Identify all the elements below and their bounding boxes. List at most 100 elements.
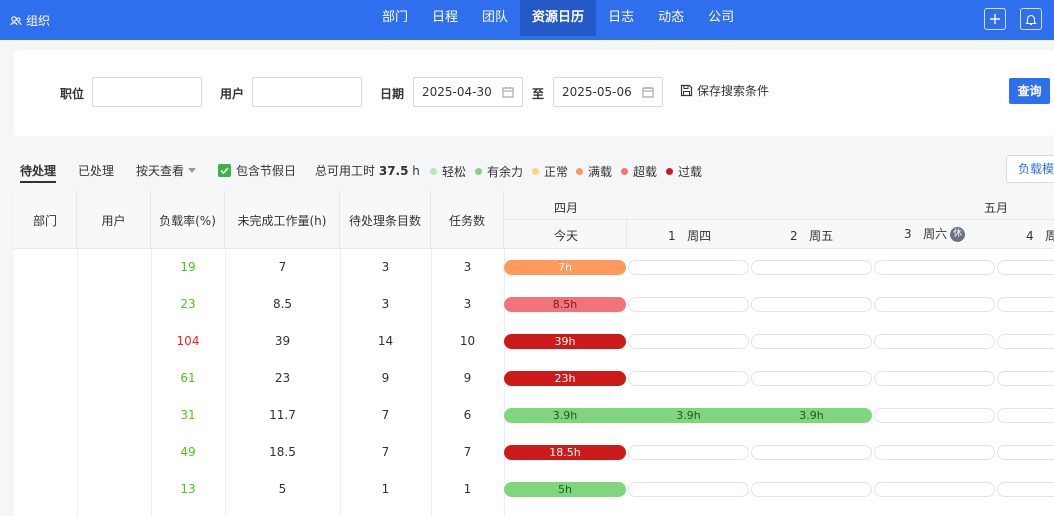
day-slot[interactable]	[997, 297, 1054, 312]
day-today: 今天	[554, 229, 579, 243]
month-may: 五月	[984, 201, 1009, 215]
legend-dot	[532, 168, 539, 175]
workload-bar[interactable]: 18.5h	[504, 445, 626, 460]
table-row[interactable]: 49 18.5 7 7 18.5h	[14, 434, 1054, 471]
legend-label: 轻松	[442, 165, 467, 179]
top-navigation-bar: 组织 部门 日程 团队 资源日历 日志 动态 公司	[0, 0, 1054, 40]
unfinished-hours: 7	[278, 260, 287, 274]
task-count: 1	[463, 482, 472, 496]
unfinished-hours: 39	[274, 334, 291, 348]
load-rate: 104	[176, 334, 200, 348]
workload-bar[interactable]: 39h	[504, 334, 626, 349]
day-slot[interactable]	[997, 482, 1054, 497]
day-slot[interactable]	[997, 334, 1054, 349]
day-3-weekday: 周六	[923, 227, 948, 241]
day-slot[interactable]	[628, 334, 749, 349]
active-tab-underline	[20, 181, 56, 183]
notifications-button[interactable]	[1020, 8, 1042, 30]
table-row[interactable]: 23 8.5 3 3 8.5h	[14, 286, 1054, 323]
header-tasks: 任务数	[431, 191, 504, 249]
pending-items: 7	[381, 408, 390, 422]
nav-team[interactable]: 团队	[470, 0, 520, 36]
legend-normal: 正常	[532, 163, 568, 180]
workload-bar-label: 3.9h	[552, 409, 578, 422]
total-hours: 总可用工时 37.5 h	[315, 162, 420, 179]
load-rate: 61	[180, 371, 196, 385]
day-slot[interactable]	[751, 334, 872, 349]
header-pending-items: 待处理条目数	[340, 191, 431, 249]
include-holiday-label: 包含节假日	[236, 164, 297, 178]
day-slot[interactable]	[751, 371, 872, 386]
load-rate: 23	[180, 297, 196, 311]
day-slot[interactable]	[997, 371, 1054, 386]
load-rate: 19	[180, 260, 196, 274]
day-slot[interactable]	[997, 408, 1054, 423]
day-slot[interactable]	[751, 445, 872, 460]
day-slot[interactable]	[874, 371, 995, 386]
day-slot[interactable]	[997, 260, 1054, 275]
day-slot[interactable]	[874, 445, 995, 460]
task-count: 10	[459, 334, 476, 348]
table-row[interactable]: 13 5 1 1 5h	[14, 471, 1054, 508]
day-slot[interactable]	[874, 260, 995, 275]
workload-bar-label: 3.9h	[799, 409, 824, 422]
workload-bar[interactable]: 23h	[504, 371, 626, 386]
checkbox-checked-icon	[218, 164, 231, 177]
calendar-icon	[642, 87, 654, 98]
day-slot[interactable]	[751, 482, 872, 497]
day-slot[interactable]	[874, 408, 995, 423]
nav-dept[interactable]: 部门	[370, 0, 420, 36]
table-row[interactable]: 104 39 14 10 39h	[14, 323, 1054, 360]
workload-bar[interactable]: 8.5h	[504, 297, 626, 312]
nav-resource-calendar[interactable]: 资源日历	[520, 0, 597, 36]
date-to-input[interactable]: 2025-05-06	[553, 77, 663, 107]
day-slot[interactable]	[628, 371, 749, 386]
save-search-button[interactable]: 保存搜索条件	[680, 82, 769, 99]
day-2-num: 2	[790, 229, 798, 243]
day-slot[interactable]	[628, 260, 749, 275]
header-load-rate: 负载率(%)	[151, 191, 225, 249]
task-count: 9	[463, 371, 472, 385]
table-row[interactable]: 61 23 9 9 23h	[14, 360, 1054, 397]
add-button[interactable]	[984, 8, 1006, 30]
view-by-dropdown[interactable]: 按天查看	[136, 162, 197, 179]
nav-schedule[interactable]: 日程	[420, 0, 470, 36]
main-nav: 部门 日程 团队 资源日历 日志 动态 公司	[370, 0, 746, 40]
bell-icon	[1025, 14, 1037, 25]
nav-activity[interactable]: 动态	[646, 0, 696, 36]
load-rate: 13	[180, 482, 196, 496]
workload-bar[interactable]: 5h	[504, 482, 626, 497]
day-slot[interactable]	[628, 445, 749, 460]
day-slot[interactable]	[874, 334, 995, 349]
legend-dot	[666, 168, 673, 175]
date-from-input[interactable]: 2025-04-30	[413, 77, 523, 107]
save-search-label: 保存搜索条件	[697, 84, 770, 98]
day-slot[interactable]	[628, 297, 749, 312]
table-row[interactable]: 31 11.7 7 6 3.9h 3.9h 3.9h	[14, 397, 1054, 434]
table-row[interactable]: 19 7 3 3 7h	[14, 249, 1054, 286]
day-slot[interactable]	[874, 482, 995, 497]
load-model-button[interactable]: 负载模	[1006, 155, 1054, 183]
day-slot[interactable]	[628, 482, 749, 497]
load-rate: 49	[180, 445, 196, 459]
position-input[interactable]	[92, 77, 202, 107]
day-slot[interactable]	[874, 297, 995, 312]
nav-log[interactable]: 日志	[596, 0, 646, 36]
query-button[interactable]: 查询	[1009, 78, 1050, 104]
day-slot[interactable]	[751, 297, 872, 312]
workload-bar[interactable]: 7h	[504, 260, 626, 275]
legend-dot	[576, 168, 583, 175]
day-separator	[626, 219, 627, 249]
day-slot[interactable]	[751, 260, 872, 275]
day-slot[interactable]	[997, 445, 1054, 460]
pending-items: 9	[381, 371, 390, 385]
include-holiday-checkbox[interactable]: 包含节假日	[218, 162, 296, 179]
org-switcher[interactable]: 组织	[10, 12, 50, 29]
user-input[interactable]	[252, 77, 362, 107]
tab-done[interactable]: 已处理	[78, 162, 114, 179]
tab-pending[interactable]: 待处理	[20, 162, 56, 179]
nav-company[interactable]: 公司	[696, 0, 746, 36]
task-count: 7	[463, 445, 472, 459]
to-label: 至	[532, 87, 545, 101]
unfinished-hours: 18.5	[269, 445, 296, 459]
